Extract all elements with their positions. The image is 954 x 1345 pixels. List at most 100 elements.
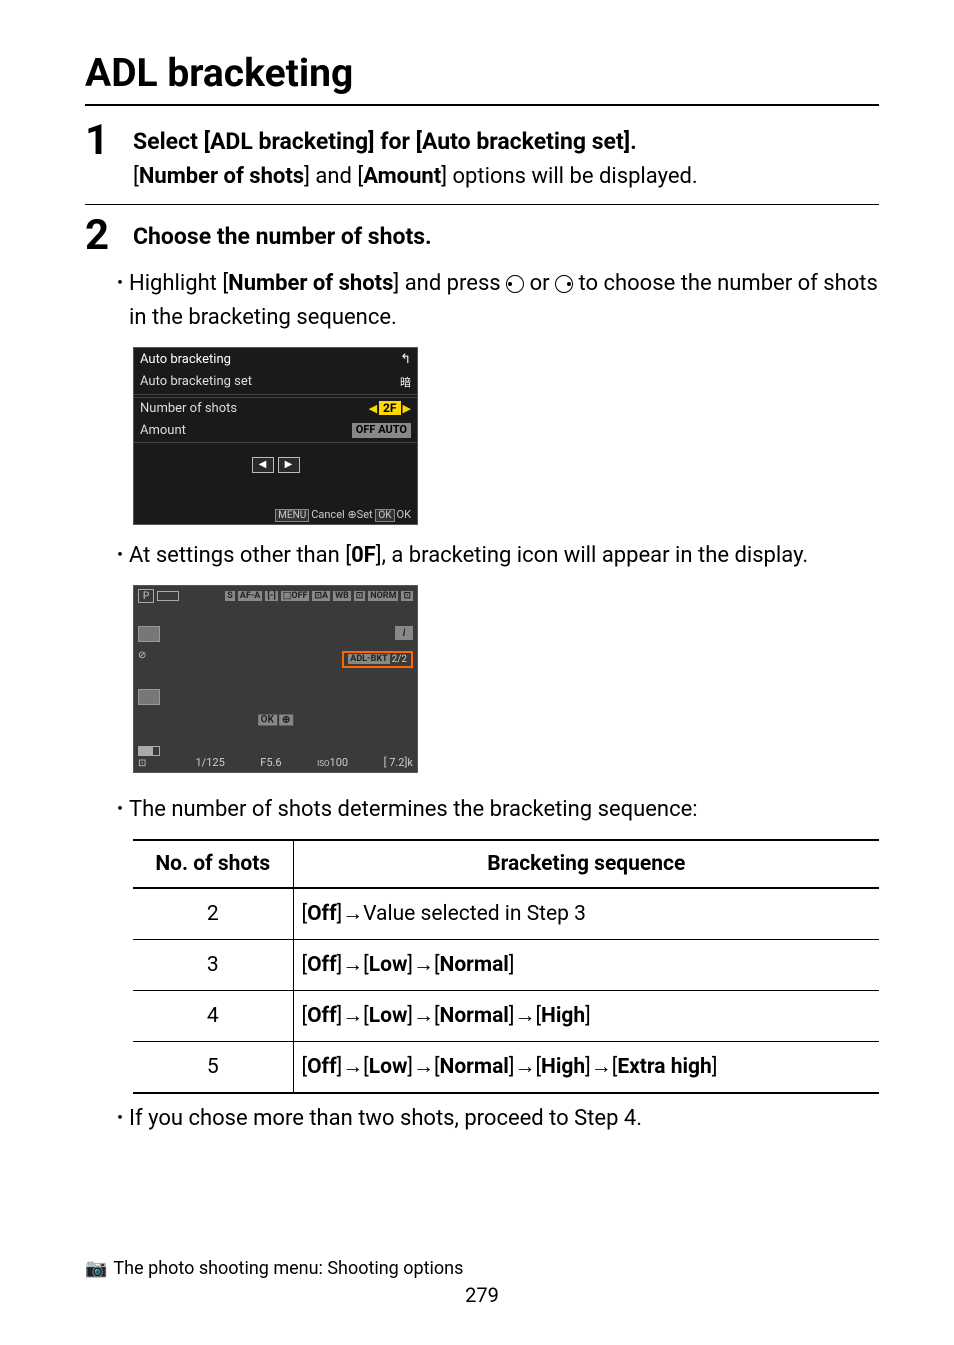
release-mode-icon	[138, 626, 160, 642]
nav-arrows: ◀ ▶	[134, 457, 417, 473]
cam-bottom-left: ⊡	[138, 746, 160, 769]
bullet-2-text: At settings other than [0F], a bracketin…	[129, 539, 879, 573]
table-row: 4[Off]→[Low]→[Normal]→[High]	[133, 991, 879, 1042]
table-head-shots: No. of shots	[133, 840, 293, 888]
bkt-count: 2/2	[392, 654, 407, 665]
bullet-dot-icon: ・	[111, 267, 129, 301]
step-divider-1	[85, 204, 879, 205]
exposure-bar-icon	[157, 591, 179, 601]
iso-label: ISO	[317, 759, 329, 768]
s-icon: S	[225, 591, 235, 601]
afa-icon: AF-A	[238, 591, 263, 601]
menu-row-set: Auto bracketing set 暗	[134, 371, 417, 395]
dpad-icon: ⊕	[347, 508, 356, 521]
quality-icon: ⊡	[354, 591, 366, 601]
step1-mid: ] and [	[304, 164, 363, 189]
step-1-body: [Number of shots] and [Amount] options w…	[133, 160, 879, 194]
dpad-left-icon	[506, 275, 524, 293]
table-row: 2[Off]→Value selected in Step 3	[133, 888, 879, 940]
camera-display-screenshot: P S AF-A [-] ⬚OFF ⊡A WB ⊡ NORM ⊡ i ADL-B…	[133, 585, 418, 773]
back-icon: ↰	[400, 352, 411, 367]
b1-prefix: Highlight [	[129, 271, 228, 296]
footer-text: The photo shooting menu: Shooting option…	[113, 1258, 463, 1279]
bullet-1-text: Highlight [Number of shots] and press or…	[129, 267, 879, 335]
menu-shots-label: Number of shots	[140, 401, 237, 416]
iso-value: 100	[330, 756, 349, 769]
battery-icon	[138, 746, 160, 756]
table-cell-shots: 3	[133, 940, 293, 991]
table-row: 5[Off]→[Low]→[Normal]→[High]→[Extra high…	[133, 1042, 879, 1094]
bullet-dot-icon: ・	[111, 793, 129, 827]
step-2: 2 Choose the number of shots.	[85, 219, 879, 257]
step-2-bullet-2: ・ At settings other than [0F], a bracket…	[111, 539, 879, 573]
mode-icon: P	[138, 589, 154, 603]
menu-amount-value: OFF AUTO	[352, 423, 411, 438]
iso: ISO100	[317, 756, 348, 769]
dpad-right-icon	[555, 275, 573, 293]
bkt-badge: ADL-BKT 2/2	[342, 651, 413, 668]
b2-prefix: At settings other than [	[129, 543, 351, 568]
table-cell-shots: 5	[133, 1042, 293, 1094]
step-2-bullet-3: ・ The number of shots determines the bra…	[111, 793, 879, 827]
norm-icon: NORM	[368, 591, 398, 601]
bullet-dot-icon: ・	[111, 539, 129, 573]
table-cell-seq: [Off]→[Low]→[Normal]	[293, 940, 879, 991]
menu-set: Set	[357, 508, 373, 521]
ok-box: OK	[258, 715, 277, 726]
remaining-shots: [ 7.2]k	[384, 756, 413, 769]
metering-icon	[138, 689, 160, 705]
step-1-label: Select [ADL bracketing] for [Auto bracke…	[133, 124, 879, 160]
menu-header: Auto bracketing ↰	[134, 348, 417, 371]
page-number: 279	[85, 1283, 879, 1307]
left-arrow-icon: ◀	[369, 402, 377, 415]
bullet-3-text: The number of shots determines the brack…	[129, 793, 879, 827]
menu-row-shots: Number of shots ◀ 2F ▶	[134, 398, 417, 420]
nav-left-icon: ◀	[252, 457, 274, 473]
table-cell-seq: [Off]→Value selected in Step 3	[293, 888, 879, 940]
table-cell-seq: [Off]→[Low]→[Normal]→[High]	[293, 991, 879, 1042]
b1-or: or	[524, 271, 555, 296]
cam-top-right: S AF-A [-] ⬚OFF ⊡A WB ⊡ NORM ⊡	[225, 589, 413, 603]
table-row: 3[Off]→[Low]→[Normal]	[133, 940, 879, 991]
cam-left-icons: ⊘	[138, 626, 160, 705]
step1-b1: Number of shots	[139, 164, 304, 189]
pic-icon: ⊡A	[312, 591, 330, 601]
vr-icon: ⬚OFF	[281, 591, 310, 601]
page-title: ADL bracketing	[85, 50, 879, 96]
bullet-4-text: If you chose more than two shots, procee…	[129, 1102, 879, 1136]
menu-ok2: OK	[397, 508, 411, 521]
step-2-number: 2	[85, 215, 133, 257]
af-point-icon: ⊡	[138, 758, 160, 769]
b1-bold: Number of shots	[228, 271, 393, 296]
menu-title: Auto bracketing	[140, 352, 231, 367]
shutter-speed: 1/125	[195, 756, 224, 769]
menu-shots-value: ◀ 2F ▶	[369, 401, 411, 416]
table-head-seq: Bracketing sequence	[293, 840, 879, 888]
aperture: F5.6	[260, 756, 281, 769]
step-1: 1 Select [ADL bracketing] for [Auto brac…	[85, 124, 879, 194]
size-icon: ⊡	[401, 591, 413, 601]
step-1-number: 1	[85, 120, 133, 162]
menu-row-amount: Amount OFF AUTO	[134, 420, 417, 443]
b2-bold: 0F	[351, 543, 376, 568]
table-cell-shots: 4	[133, 991, 293, 1042]
menu-cancel: Cancel	[311, 508, 344, 521]
af-area-icon: [-]	[265, 591, 278, 601]
menu-set-label: Auto bracketing set	[140, 374, 252, 390]
step1-b2: Amount	[363, 164, 441, 189]
ok-btn: OK	[375, 509, 394, 522]
b1-mid: ] and press	[393, 271, 506, 296]
cam-top-left: P	[138, 589, 179, 603]
nav-right-icon: ▶	[278, 457, 300, 473]
title-divider	[85, 104, 879, 106]
adl-icon: 暗	[400, 374, 411, 390]
info-icon: i	[395, 626, 413, 640]
step-2-content: Choose the number of shots.	[133, 219, 879, 255]
menu-screenshot: Auto bracketing ↰ Auto bracketing set 暗 …	[133, 347, 418, 525]
page-footer: 📷 The photo shooting menu: Shooting opti…	[85, 1258, 879, 1307]
zoom-icon: ⊕	[279, 715, 293, 726]
cam-bottom-row: ⊡ 1/125 F5.6 ISO100 [ 7.2]k	[138, 746, 413, 769]
ok-zoom-badge: OK ⊕	[258, 715, 294, 726]
step-2-bullet-1: ・ Highlight [Number of shots] and press …	[111, 267, 879, 335]
step1-suffix: ] options will be displayed.	[441, 164, 698, 189]
